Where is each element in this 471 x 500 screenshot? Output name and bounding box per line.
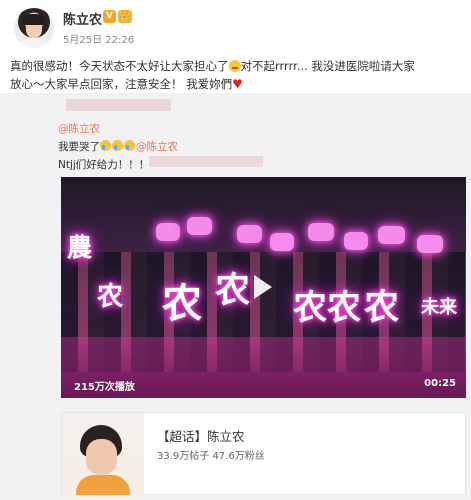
fan-sign: 农 <box>97 282 124 312</box>
video-duration: 00:25 <box>424 378 456 389</box>
mention-link[interactable]: @陈立农 <box>136 141 178 153</box>
fan-sign: 农农 <box>293 288 361 328</box>
play-count: 215万次播放 <box>74 382 135 393</box>
fan-sign: 农 <box>162 281 202 327</box>
author-avatar[interactable] <box>14 8 54 48</box>
weibo-post: 陈立农 V 👑 5月25日 22:26 真的很感动！今天状态不太好让大家担心了对… <box>0 0 471 500</box>
post-time[interactable]: 5月25日 22:26 <box>63 31 134 46</box>
fan-sign: 未来 <box>421 297 457 318</box>
video-player[interactable]: 農 农 农 农 农农 农 未来 215万次播放 00:25 <box>61 177 466 398</box>
post-text-part-1: 真的很感动！今天状态不太好让大家担心了 <box>10 59 229 73</box>
post-text-part-3: 放心～大家早点回家，注意安全！ 我爱妳們 <box>10 77 233 91</box>
repost-text-prefix: 我要哭了 <box>58 141 100 153</box>
topic-card[interactable]: 【超话】陈立农 33.9万帖子 47.6万粉丝 <box>61 412 466 495</box>
topic-title[interactable]: 【超话】陈立农 <box>157 426 245 445</box>
fan-sign: 农 <box>215 271 251 311</box>
play-icon[interactable] <box>254 275 272 299</box>
crown-badge-icon: 👑 <box>118 10 132 23</box>
worried-emoji-icon <box>228 60 241 72</box>
crying-emoji-icon <box>124 140 135 151</box>
repost-text-line-1: 我要哭了 @陈立农 <box>58 139 178 154</box>
author-name[interactable]: 陈立农 <box>63 9 102 28</box>
verified-badge-icon: V <box>103 10 116 23</box>
redacted-area <box>149 156 263 167</box>
light-stick <box>417 235 443 253</box>
heart-icon: ♥ <box>232 77 243 91</box>
repost-user-link[interactable]: @陈立农 <box>58 121 100 136</box>
post-text-part-2: 对不起rrrrr... 我没进医院啦请大家 <box>240 59 415 73</box>
repost-text-line-2: Ntjj们好给力！！！ <box>58 159 150 171</box>
light-stick <box>308 223 334 241</box>
fan-sign: 农 <box>364 288 400 328</box>
post-text: 真的很感动！今天状态不太好让大家担心了 对不起rrrrr... 我没进医院啦请大家… <box>10 57 465 93</box>
crying-emoji-icon <box>112 140 123 151</box>
crying-emoji-icon <box>100 140 111 151</box>
light-stick <box>378 226 405 244</box>
light-stick <box>237 225 262 243</box>
light-stick <box>270 233 294 251</box>
topic-stats: 33.9万帖子 47.6万粉丝 <box>157 451 265 462</box>
redacted-area <box>66 99 171 111</box>
light-stick <box>187 217 212 235</box>
topic-thumbnail <box>62 413 144 495</box>
light-stick <box>344 232 368 250</box>
fan-sign: 農 <box>67 233 93 262</box>
light-stick <box>156 223 180 241</box>
